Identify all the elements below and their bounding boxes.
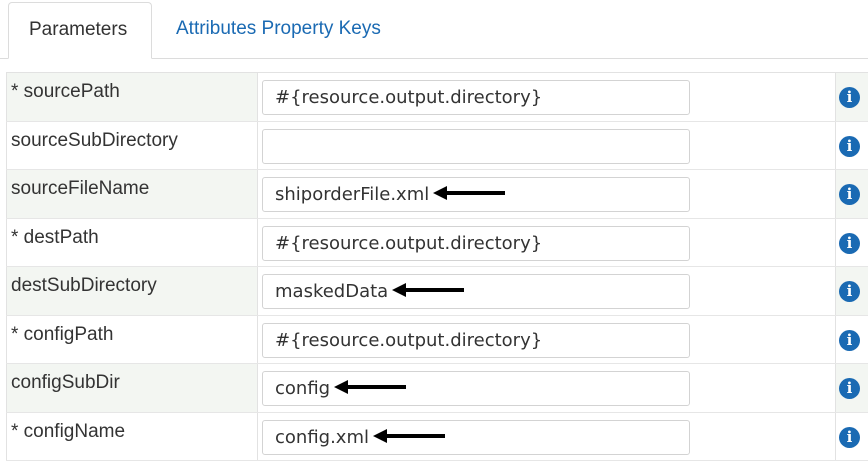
parameter-value-field[interactable]: #{resource.output.directory} <box>262 323 690 358</box>
parameter-value-field[interactable]: #{resource.output.directory} <box>262 80 690 115</box>
info-icon[interactable]: i <box>839 87 860 108</box>
parameters-table: * sourcePath #{resource.output.directory}… <box>6 72 868 461</box>
info-cell: i <box>836 413 868 461</box>
parameter-value-text: #{resource.output.directory} <box>275 330 542 351</box>
parameter-value-text: #{resource.output.directory} <box>275 233 542 254</box>
parameter-value-text: config.xml <box>275 427 369 448</box>
tab-bar: Parameters Attributes Property Keys <box>0 0 868 59</box>
info-icon[interactable]: i <box>839 184 860 205</box>
parameter-value-text: #{resource.output.directory} <box>275 87 542 108</box>
info-icon[interactable]: i <box>839 378 860 399</box>
tab-attributes-property-keys[interactable]: Attributes Property Keys <box>156 2 401 58</box>
info-cell: i <box>836 122 868 170</box>
parameter-label: sourceSubDirectory <box>6 122 258 170</box>
info-icon[interactable]: i <box>839 281 860 302</box>
info-cell: i <box>836 170 868 218</box>
left-arrow-icon <box>334 380 406 394</box>
parameter-value-text: config <box>275 378 330 399</box>
info-icon[interactable]: i <box>839 233 860 254</box>
info-cell: i <box>836 267 868 315</box>
parameter-value-cell: config <box>258 364 836 412</box>
parameter-label: * destPath <box>6 219 258 267</box>
parameter-row: * configPath #{resource.output.directory}… <box>6 316 868 365</box>
parameter-value-field[interactable]: #{resource.output.directory} <box>262 226 690 261</box>
info-cell: i <box>836 364 868 412</box>
parameter-value-field[interactable]: config.xml <box>262 420 690 455</box>
parameter-value-field[interactable] <box>262 129 690 164</box>
left-arrow-icon <box>433 186 505 200</box>
parameter-row: sourceFileName shiporderFile.xml i <box>6 170 868 219</box>
parameter-value-cell: config.xml <box>258 413 836 461</box>
parameter-label: sourceFileName <box>6 170 258 218</box>
left-arrow-icon <box>373 429 445 443</box>
tab-parameters[interactable]: Parameters <box>8 2 152 59</box>
parameter-value-field[interactable]: shiporderFile.xml <box>262 177 690 212</box>
parameter-label: * configPath <box>6 316 258 364</box>
parameter-value-cell <box>258 122 836 170</box>
left-arrow-icon <box>392 283 464 297</box>
parameter-label: destSubDirectory <box>6 267 258 315</box>
info-icon[interactable]: i <box>839 427 860 448</box>
parameter-row: configSubDir config i <box>6 364 868 413</box>
parameter-value-text: shiporderFile.xml <box>275 184 429 205</box>
info-cell: i <box>836 316 868 364</box>
parameter-row: * destPath #{resource.output.directory} i <box>6 219 868 268</box>
info-icon[interactable]: i <box>839 330 860 351</box>
parameter-row: * sourcePath #{resource.output.directory}… <box>6 73 868 122</box>
parameter-value-cell: #{resource.output.directory} <box>258 73 836 121</box>
parameter-label: * configName <box>6 413 258 461</box>
parameter-row: sourceSubDirectory i <box>6 122 868 171</box>
parameter-value-cell: shiporderFile.xml <box>258 170 836 218</box>
parameter-value-text: maskedData <box>275 281 388 302</box>
parameter-label: * sourcePath <box>6 73 258 121</box>
parameter-value-cell: #{resource.output.directory} <box>258 219 836 267</box>
parameter-value-cell: #{resource.output.directory} <box>258 316 836 364</box>
parameter-value-field[interactable]: config <box>262 371 690 406</box>
info-icon[interactable]: i <box>839 136 860 157</box>
parameter-label: configSubDir <box>6 364 258 412</box>
parameter-value-cell: maskedData <box>258 267 836 315</box>
info-cell: i <box>836 73 868 121</box>
parameter-row: destSubDirectory maskedData i <box>6 267 868 316</box>
parameter-value-field[interactable]: maskedData <box>262 274 690 309</box>
info-cell: i <box>836 219 868 267</box>
parameter-row: * configName config.xml i <box>6 413 868 461</box>
